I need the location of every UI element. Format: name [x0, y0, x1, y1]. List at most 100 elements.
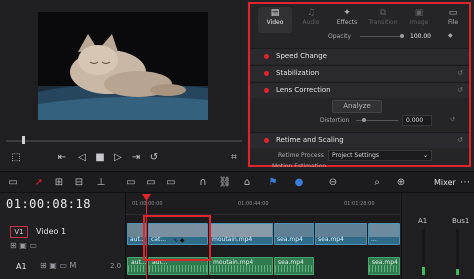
track-id-v1[interactable]: V1: [10, 226, 28, 238]
audio-clip[interactable]: moutain.mp4: [209, 257, 273, 275]
video-clip[interactable]: moutain.mp4: [209, 223, 273, 245]
retime-process-select[interactable]: Project Settings ⌄: [328, 150, 432, 161]
tab-label: Image: [409, 19, 429, 26]
position-lock-icon[interactable]: ⌂: [240, 176, 254, 190]
enable-dot[interactable]: [264, 71, 269, 76]
clip-name: ...: [371, 236, 377, 243]
play-icon[interactable]: ▷: [110, 150, 126, 164]
audio-clip[interactable]: sea.mp4: [368, 257, 400, 275]
section-title: Lens Correction: [276, 86, 331, 94]
video-clip[interactable]: sea.mp4: [274, 223, 314, 245]
trim-tool-icon[interactable]: ⊞: [52, 176, 66, 190]
effects-icon: ✦: [343, 8, 351, 18]
blade-tool-icon[interactable]: ⊥: [94, 176, 108, 190]
jump-end-icon[interactable]: ⇥: [128, 150, 144, 164]
section-stabilization[interactable]: Stabilization ↺: [250, 65, 469, 81]
match-frame-icon[interactable]: ⌗: [226, 150, 242, 164]
playhead-line[interactable]: [146, 196, 147, 279]
section-speed-change[interactable]: Speed Change: [250, 48, 469, 64]
snapping-icon[interactable]: ∩: [196, 176, 210, 190]
viewer-options-icon[interactable]: ⬚: [8, 150, 24, 164]
clip-name: sea.mp4: [277, 236, 303, 243]
flag-icon[interactable]: ⚑: [266, 176, 280, 190]
audio-waveform: [149, 265, 207, 272]
zoom-out-icon[interactable]: ⊖: [326, 176, 340, 190]
track-id-a1[interactable]: A1: [16, 262, 27, 271]
file-icon: ▭: [448, 8, 458, 18]
tab-label: Audio: [302, 19, 320, 26]
tab-effects[interactable]: ✦ Effects: [330, 7, 364, 33]
ruler-tick-label: 01:00:44:00: [238, 201, 269, 207]
reset-icon[interactable]: ↺: [457, 136, 463, 144]
music-icon: ♫: [306, 8, 316, 18]
tab-video[interactable]: ▤ Video: [258, 7, 292, 33]
insert-clip-icon[interactable]: ▭: [124, 176, 138, 190]
reset-icon[interactable]: ↺: [457, 86, 463, 94]
section-retime-scaling[interactable]: Retime and Scaling ↺: [250, 132, 469, 148]
stop-icon[interactable]: ■: [92, 150, 108, 164]
scrubber-handle[interactable]: [22, 136, 25, 144]
distortion-slider-handle[interactable]: [362, 118, 366, 122]
opacity-slider-handle[interactable]: [400, 34, 404, 38]
a1-track-controls[interactable]: ⊞ ▣ ▭ M: [40, 261, 76, 270]
dynamic-trim-icon[interactable]: ⊟: [72, 176, 86, 190]
tab-transition[interactable]: ⧉ Transition: [366, 7, 400, 33]
opacity-value[interactable]: 100.00: [410, 33, 431, 40]
meter-fill: [456, 269, 459, 275]
jump-start-icon[interactable]: ⇤: [54, 150, 70, 164]
selection-tool-icon[interactable]: ➚: [32, 176, 46, 190]
audio-waveform: [210, 265, 272, 272]
viewer-frame[interactable]: [38, 12, 208, 120]
reset-icon[interactable]: ↺: [450, 116, 455, 123]
distortion-value[interactable]: 0.000: [402, 115, 432, 126]
link-icon[interactable]: ⛓: [218, 176, 232, 190]
enable-dot[interactable]: [264, 88, 269, 93]
tab-label: Transition: [368, 19, 398, 26]
layout-icon[interactable]: ▭: [6, 176, 20, 190]
reset-icon[interactable]: ↺: [457, 69, 463, 77]
keyframe-icon[interactable]: ◆: [448, 32, 453, 39]
a1-level: 2.0: [110, 262, 122, 270]
video-clip[interactable]: ...: [368, 223, 400, 245]
tab-label: Effects: [336, 19, 358, 26]
viewer-scrubber[interactable]: [6, 140, 242, 142]
replace-clip-icon[interactable]: ▭: [164, 176, 178, 190]
more-options-icon[interactable]: ⋯: [460, 176, 470, 190]
resolve-editor: ⬚ ⇤ ◁ ■ ▷ ⇥ ↺ ⌗ ▤ Video ♫ Audio ✦ Effect…: [0, 0, 474, 279]
section-title: Speed Change: [276, 52, 327, 60]
mixer-channel-bus1: Bus1: [452, 217, 470, 225]
mixer-channel-a1: A1: [418, 217, 428, 225]
play-reverse-icon[interactable]: ◁: [74, 150, 90, 164]
marker-icon[interactable]: ●: [292, 176, 306, 190]
track-name-v1[interactable]: Video 1: [36, 227, 66, 236]
section-lens-correction[interactable]: Lens Correction ↺: [250, 82, 469, 98]
overwrite-clip-icon[interactable]: ▭: [144, 176, 158, 190]
v1-track-controls[interactable]: ⊞ ▣ ▭: [10, 241, 37, 250]
source-viewer: ⬚ ⇤ ◁ ■ ▷ ⇥ ↺ ⌗: [0, 0, 247, 170]
image-icon: ▣: [414, 8, 424, 18]
opacity-slider[interactable]: [360, 36, 402, 37]
audio-waveform: [275, 265, 313, 272]
zoom-in-icon[interactable]: ⊕: [394, 176, 408, 190]
loop-icon[interactable]: ↺: [146, 150, 162, 164]
enable-dot[interactable]: [264, 138, 269, 143]
tab-label: File: [447, 19, 459, 26]
video-clip[interactable]: sea.mp4: [315, 223, 367, 245]
transition-icon: ⧉: [379, 8, 387, 18]
analyze-button[interactable]: Analyze: [332, 100, 382, 113]
section-title: Retime and Scaling: [276, 136, 344, 144]
audio-waveform: [369, 265, 399, 272]
audio-waveform: [128, 265, 146, 272]
chevron-down-icon: ⌄: [422, 152, 428, 159]
tab-file[interactable]: ▭ File: [436, 7, 470, 33]
audio-clip[interactable]: sea.mp4: [274, 257, 314, 275]
clip-name: moutain.mp4: [212, 236, 253, 243]
opacity-label: Opacity: [328, 33, 352, 40]
tab-image[interactable]: ▣ Image: [402, 7, 436, 33]
inspector-panel: ▤ Video ♫ Audio ✦ Effects ⧉ Transition ▣…: [248, 2, 471, 167]
tab-audio[interactable]: ♫ Audio: [294, 7, 328, 33]
mixer-panel: A1 Bus1: [401, 193, 474, 279]
enable-dot[interactable]: [264, 54, 269, 59]
distortion-label: Distortion: [320, 117, 350, 124]
zoom-search-icon[interactable]: ⌕: [370, 176, 384, 190]
